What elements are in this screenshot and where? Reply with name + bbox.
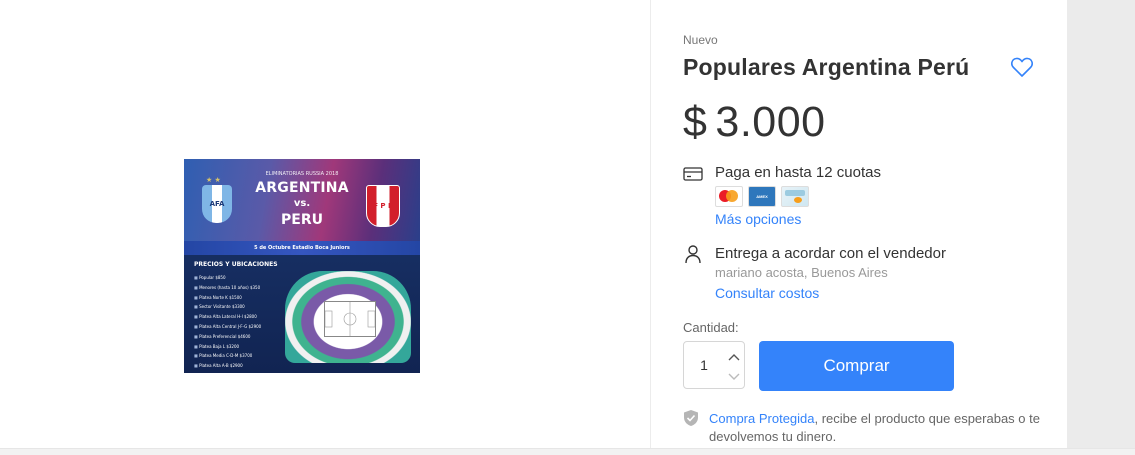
shipping-costs-link[interactable]: Consultar costos — [715, 285, 819, 301]
mercadopago-icon — [781, 186, 809, 207]
shipping-text: Entrega a acordar con el vendedor — [715, 245, 946, 262]
product-image[interactable]: ELIMINATORIAS RUSSIA 2018 ★ ★ AFA ARGENT… — [184, 159, 420, 373]
buy-button[interactable]: Comprar — [759, 341, 954, 391]
panel-divider — [650, 0, 651, 448]
seller-location: mariano acosta, Buenos Aires — [715, 265, 888, 280]
quantity-input[interactable] — [684, 342, 724, 388]
buyer-protection-text: Compra Protegida, recibe el producto que… — [709, 410, 1049, 446]
person-icon — [683, 244, 703, 269]
price-amount: 3.000 — [715, 98, 826, 146]
price-list-item: Platea Alta Central J-F-G $2900 — [194, 322, 261, 332]
product-card: ELIMINATORIAS RUSSIA 2018 ★ ★ AFA ARGENT… — [0, 0, 1067, 448]
chevron-down-icon[interactable] — [726, 370, 742, 384]
price-list-item: Platea Preferencial $4600 — [194, 332, 261, 342]
price-list-item: Menores (hasta 10 años) $350 — [194, 283, 261, 293]
product-title: Populares Argentina Perú — [683, 54, 970, 80]
quantity-label: Cantidad: — [683, 320, 739, 335]
quantity-stepper — [683, 341, 745, 389]
payment-methods: AMEX — [715, 186, 809, 207]
price-list-item: Sector Visitante $3300 — [194, 302, 261, 312]
poster-prices-title: PRECIOS Y UBICACIONES — [194, 261, 278, 268]
price-list-item: Platea Norte K $1500 — [194, 293, 261, 303]
price-list-item: Platea Media C-D-M $3700 — [194, 351, 261, 361]
product-price: $3.000 — [683, 98, 826, 147]
installments-text: Paga en hasta 12 cuotas — [715, 164, 881, 181]
pitch-diagram — [324, 301, 376, 337]
chevron-up-icon[interactable] — [726, 350, 742, 364]
price-list-item: Platea Alta Lateral H-I $2800 — [194, 312, 261, 322]
fpf-crest-icon: F P F — [366, 185, 400, 227]
price-list-item: Platea Alta A-B $2900 — [194, 361, 261, 371]
shield-check-icon — [683, 409, 699, 432]
credit-card-icon — [683, 166, 703, 187]
amex-icon: AMEX — [748, 186, 776, 207]
price-list-item: Platea Baja L $3200 — [194, 342, 261, 352]
protected-purchase-link[interactable]: Compra Protegida — [709, 411, 815, 426]
price-list-item: Popular $850 — [194, 273, 261, 283]
more-options-link[interactable]: Más opciones — [715, 211, 801, 227]
heart-outline-icon[interactable] — [1010, 56, 1034, 78]
poster-price-list: Popular $850 Menores (hasta 10 años) $35… — [194, 273, 261, 371]
price-currency: $ — [683, 98, 708, 146]
condition-label: Nuevo — [683, 33, 718, 47]
poster-date-band: 5 de Octubre Estadio Boca Juniors — [184, 241, 420, 255]
mastercard-icon — [715, 186, 743, 207]
product-gallery: ELIMINATORIAS RUSSIA 2018 ★ ★ AFA ARGENT… — [0, 0, 650, 448]
